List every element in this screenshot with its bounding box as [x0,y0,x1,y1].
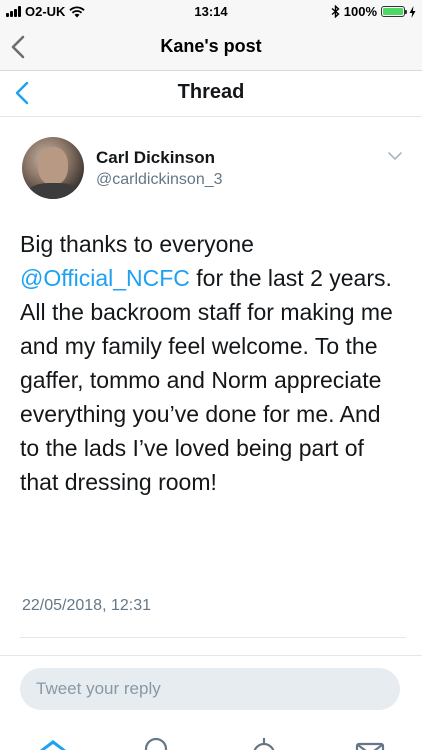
display-name[interactable]: Carl Dickinson [96,148,215,168]
battery-icon [381,6,407,17]
tweet-text: Big thanks to everyone @Official_NCFC fo… [20,227,400,499]
avatar-shirt [26,183,82,199]
tab-bar [0,734,422,750]
battery-percent: 100% [343,4,377,19]
status-bar: O2-UK 13:14 100% [0,0,422,24]
thread-title: Thread [177,81,245,103]
home-icon[interactable] [38,736,68,750]
search-icon[interactable] [143,736,173,750]
reply-input[interactable] [20,668,400,710]
messages-icon[interactable] [355,736,385,750]
status-right: 100% [331,4,416,19]
user-handle[interactable]: @carldickinson_3 [96,171,223,189]
tweet-text-part: Big thanks to everyone [20,231,254,257]
battery-level [383,8,403,15]
thread-header: Thread [0,71,422,117]
notifications-icon[interactable] [249,736,279,750]
outer-nav-title: Kane's post [160,36,262,56]
avatar-face [38,147,68,185]
mention-link[interactable]: @Official_NCFC [20,265,190,291]
divider [20,637,406,638]
tweet-timestamp: 22/05/2018, 12:31 [22,597,152,614]
outer-nav-bar: Kane's post [0,24,422,71]
tweet-text-part: for the last 2 years. All the backroom s… [20,265,393,495]
charging-icon [409,5,416,18]
chevron-down-icon[interactable] [388,151,402,161]
avatar[interactable] [22,137,84,199]
bluetooth-icon [331,5,340,18]
